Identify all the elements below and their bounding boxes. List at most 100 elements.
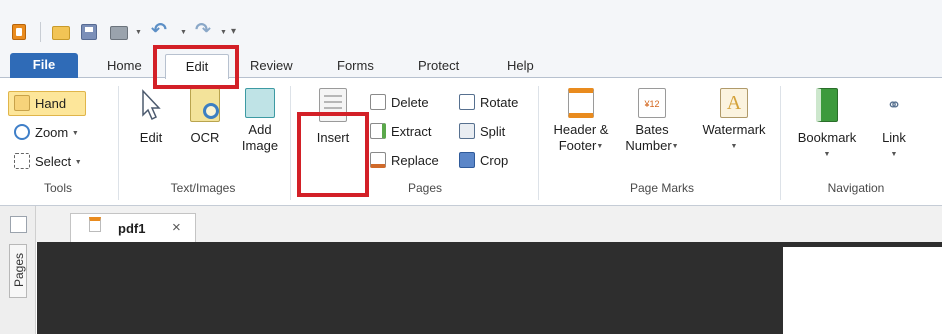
header-footer-dropdown-icon: ▼ bbox=[596, 143, 604, 150]
crop-label: Crop bbox=[480, 153, 509, 168]
bookmark-icon bbox=[816, 88, 838, 122]
extract-page-icon bbox=[370, 123, 386, 139]
tab-protect[interactable]: Protect bbox=[418, 58, 459, 73]
app-logo-icon[interactable] bbox=[12, 24, 26, 40]
replace-label: Replace bbox=[391, 153, 439, 168]
edit-label: Edit bbox=[139, 130, 163, 145]
group-label-pages: Pages bbox=[407, 181, 443, 195]
document-tab[interactable]: pdf1 × bbox=[70, 213, 196, 242]
replace-button[interactable]: Replace bbox=[370, 152, 439, 168]
insert-button-highlight-box bbox=[297, 112, 369, 197]
rotate-label: Rotate bbox=[480, 95, 519, 110]
document-page[interactable] bbox=[783, 247, 942, 334]
zoom-button[interactable]: Zoom ▼ bbox=[14, 124, 79, 140]
select-dropdown-icon: ▼ bbox=[74, 159, 82, 166]
print-icon[interactable] bbox=[110, 26, 128, 40]
group-label-tools: Tools bbox=[43, 181, 72, 195]
bates-number-button[interactable]: ¥12 Bates Number▼ bbox=[620, 88, 684, 155]
edit-tab-highlight-box bbox=[153, 45, 239, 89]
split-label: Split bbox=[480, 124, 506, 139]
link-dropdown-icon: ▼ bbox=[890, 151, 898, 158]
customize-toolbar-icon[interactable]: ▾ bbox=[231, 26, 236, 37]
save-icon[interactable] bbox=[81, 24, 97, 40]
link-button[interactable]: ⚭ Link ▼ bbox=[872, 88, 916, 163]
undo-dropdown-icon[interactable]: ▼ bbox=[180, 29, 187, 36]
hand-tool[interactable]: Hand bbox=[14, 95, 66, 111]
zoom-label: Zoom bbox=[35, 125, 69, 140]
group-divider bbox=[118, 86, 119, 200]
add-image-icon bbox=[245, 88, 275, 118]
redo-dropdown-icon[interactable]: ▼ bbox=[220, 29, 227, 36]
ribbon-tab-bar: Home Review Forms Protect Help bbox=[0, 52, 942, 78]
pages-panel-label: Pages bbox=[12, 252, 26, 288]
cursor-arrow-icon bbox=[142, 89, 161, 121]
rotate-button[interactable]: Rotate bbox=[459, 94, 518, 110]
page-thumbnail-icon[interactable] bbox=[10, 216, 27, 233]
header-footer-label-line1: Header & bbox=[553, 122, 609, 137]
ribbon-panel: Hand Zoom ▼ Select ▼ Tools Edit OCR Add … bbox=[0, 78, 942, 206]
split-page-icon bbox=[459, 123, 475, 139]
delete-button[interactable]: Delete bbox=[370, 94, 429, 110]
bates-label-line1: Bates bbox=[635, 122, 669, 137]
extract-button[interactable]: Extract bbox=[370, 123, 431, 139]
delete-label: Delete bbox=[391, 95, 429, 110]
pdf-file-icon bbox=[89, 217, 101, 232]
open-folder-icon[interactable] bbox=[52, 26, 70, 40]
watermark-dropdown-icon: ▼ bbox=[730, 143, 738, 150]
side-panel-strip: Pages bbox=[0, 206, 36, 334]
add-image-button[interactable]: Add Image bbox=[236, 88, 284, 154]
link-chain-icon: ⚭ bbox=[886, 95, 902, 115]
crop-icon bbox=[459, 152, 475, 168]
crop-button[interactable]: Crop bbox=[459, 152, 508, 168]
add-image-label-line1: Add bbox=[248, 122, 272, 137]
undo-icon[interactable]: ↶ bbox=[151, 19, 167, 42]
select-label: Select bbox=[35, 154, 72, 169]
ocr-icon bbox=[190, 88, 220, 122]
group-label-navigation: Navigation bbox=[827, 181, 885, 195]
pages-panel-tab[interactable]: Pages bbox=[9, 244, 27, 298]
tab-review[interactable]: Review bbox=[250, 58, 293, 73]
tab-help[interactable]: Help bbox=[507, 58, 534, 73]
hand-icon bbox=[14, 95, 30, 111]
redo-icon[interactable]: ↷ bbox=[195, 19, 211, 42]
ocr-label: OCR bbox=[190, 130, 220, 145]
print-dropdown-icon[interactable]: ▼ bbox=[135, 29, 142, 36]
rotate-page-icon bbox=[459, 94, 475, 110]
bates-number-icon: ¥12 bbox=[638, 88, 666, 118]
group-divider bbox=[538, 86, 539, 200]
watermark-label: Watermark bbox=[702, 122, 766, 137]
group-divider bbox=[290, 86, 291, 200]
quick-access-toolbar: ▼ ↶ ▼ ↷ ▼ ▾ bbox=[0, 0, 942, 52]
tab-home[interactable]: Home bbox=[107, 58, 142, 73]
edit-text-button[interactable]: Edit bbox=[127, 88, 175, 146]
bookmark-button[interactable]: Bookmark ▼ bbox=[786, 88, 868, 163]
select-text-icon bbox=[14, 153, 30, 169]
document-tab-name: pdf1 bbox=[118, 221, 146, 236]
bookmark-dropdown-icon: ▼ bbox=[823, 151, 831, 158]
header-footer-icon bbox=[568, 88, 594, 118]
watermark-button[interactable]: A Watermark ▼ bbox=[692, 88, 776, 155]
group-label-page-marks: Page Marks bbox=[629, 181, 695, 195]
close-icon[interactable]: × bbox=[172, 219, 181, 236]
bates-label-line2: Number bbox=[625, 138, 672, 153]
zoom-dropdown-icon: ▼ bbox=[71, 130, 79, 137]
header-footer-label-line2: Footer bbox=[558, 138, 597, 153]
zoom-icon bbox=[14, 124, 30, 140]
split-button[interactable]: Split bbox=[459, 123, 505, 139]
watermark-icon: A bbox=[720, 88, 748, 118]
hand-label: Hand bbox=[35, 96, 67, 111]
extract-label: Extract bbox=[391, 124, 432, 139]
replace-page-icon bbox=[370, 152, 386, 168]
add-image-label-line2: Image bbox=[241, 138, 279, 153]
select-button[interactable]: Select ▼ bbox=[14, 153, 82, 169]
tab-forms[interactable]: Forms bbox=[337, 58, 374, 73]
delete-page-icon bbox=[370, 94, 386, 110]
header-footer-button[interactable]: Header & Footer▼ bbox=[546, 88, 616, 155]
ocr-button[interactable]: OCR bbox=[183, 88, 227, 146]
group-divider bbox=[780, 86, 781, 200]
toolbar-divider bbox=[40, 22, 41, 42]
bookmark-label: Bookmark bbox=[797, 130, 857, 145]
bates-dropdown-icon: ▼ bbox=[671, 143, 679, 150]
link-label: Link bbox=[882, 130, 906, 145]
tab-file[interactable]: File bbox=[10, 53, 78, 78]
